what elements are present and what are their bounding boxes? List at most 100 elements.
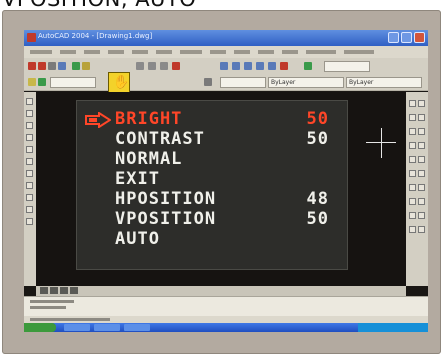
osd-item-exit[interactable]: EXIT [115,169,337,189]
menu-item[interactable] [84,50,100,54]
osd-item-hposition[interactable]: HPOSITION 48 [115,189,337,209]
tool-icon[interactable] [409,226,416,233]
osd-item-label: NORMAL [115,149,183,169]
tab-nav-button[interactable] [40,287,48,294]
standard-select[interactable] [324,61,370,72]
command-history-line [30,300,74,303]
toolbar-button[interactable] [244,62,252,70]
menu-item[interactable] [210,50,226,54]
color-select[interactable] [220,77,266,88]
osd-item-vposition[interactable]: VPOSITION 50 [115,209,337,229]
toolbar-button[interactable] [38,78,46,86]
tab-nav-button[interactable] [60,287,68,294]
linetype-select[interactable]: ByLayer [268,77,344,88]
tool-icon[interactable] [409,100,416,107]
menu-item[interactable] [108,50,124,54]
tab-nav-button[interactable] [50,287,58,294]
osd-item-label: VPOSITION [115,209,217,229]
toolbar-button[interactable] [280,62,288,70]
osd-item-value: 50 [306,209,329,229]
tool-icon[interactable] [418,156,425,163]
tool-icon[interactable] [26,182,33,189]
tool-icon[interactable] [26,134,33,141]
tool-icon[interactable] [409,128,416,135]
taskbar-item[interactable] [94,324,120,331]
tool-icon[interactable] [409,114,416,121]
toolbar-button[interactable] [172,62,180,70]
minimize-icon[interactable] [388,32,399,43]
taskbar-item[interactable] [64,324,90,331]
window-titlebar[interactable]: AutoCAD 2004 - [Drawing1.dwg] [24,30,428,46]
tool-icon[interactable] [409,184,416,191]
tool-icon[interactable] [26,206,33,213]
toolbar-button[interactable] [38,62,46,70]
osd-item-auto[interactable]: AUTO [115,229,337,249]
tool-icon[interactable] [409,156,416,163]
toolbar-button[interactable] [72,62,80,70]
menu-item[interactable] [282,50,298,54]
osd-item-label: BRIGHT [115,109,183,129]
menu-item[interactable] [234,50,250,54]
tab-nav-button[interactable] [70,287,78,294]
toolbar-button[interactable] [82,62,90,70]
line-tool-icon[interactable] [26,98,33,105]
toolbar-button[interactable] [220,62,228,70]
hand-pointer-icon [85,112,111,128]
osd-item-normal[interactable]: NORMAL [115,149,337,169]
toolbar-button[interactable] [48,62,56,70]
tool-icon[interactable] [418,226,425,233]
osd-item-bright[interactable]: BRIGHT 50 [115,109,337,129]
toolbar-button[interactable] [28,62,36,70]
tool-icon[interactable] [418,212,425,219]
menu-item[interactable] [344,50,374,54]
start-button[interactable] [24,323,56,332]
close-icon[interactable] [414,32,425,43]
tool-icon[interactable] [409,142,416,149]
tool-icon[interactable] [418,114,425,121]
toolbar-button[interactable] [204,78,212,86]
tool-icon[interactable] [418,184,425,191]
modify-toolbar [406,92,428,286]
tool-icon[interactable] [26,158,33,165]
tool-icon[interactable] [26,146,33,153]
tool-icon[interactable] [409,212,416,219]
tool-icon[interactable] [26,170,33,177]
menu-item[interactable] [258,50,274,54]
monitor-bezel: AutoCAD 2004 - [Drawing1.dwg] ByLayer By… [2,10,441,354]
toolbar-button[interactable] [304,62,312,70]
tool-icon[interactable] [26,110,33,117]
toolbar-button[interactable] [268,62,276,70]
toolbar-button[interactable] [148,62,156,70]
menu-item[interactable] [180,50,202,54]
menu-item[interactable] [132,50,148,54]
tool-icon[interactable] [409,170,416,177]
taskbar-item[interactable] [124,324,150,331]
tool-icon[interactable] [26,194,33,201]
osd-item-contrast[interactable]: CONTRAST 50 [115,129,337,149]
tool-icon[interactable] [418,198,425,205]
toolbar-button[interactable] [232,62,240,70]
menu-item[interactable] [30,50,52,54]
menu-item[interactable] [306,50,336,54]
tool-icon[interactable] [418,128,425,135]
toolbar-button[interactable] [160,62,168,70]
toolbar-button[interactable] [256,62,264,70]
tool-icon[interactable] [26,218,33,225]
tool-icon[interactable] [418,100,425,107]
tool-icon[interactable] [409,198,416,205]
menu-item[interactable] [156,50,172,54]
osd-item-value: 50 [306,129,329,149]
layer-select[interactable] [50,77,96,88]
maximize-icon[interactable] [401,32,412,43]
menu-item[interactable] [60,50,76,54]
osd-item-label: HPOSITION [115,189,217,209]
toolbar-button[interactable] [28,78,36,86]
toolbar-button[interactable] [58,62,66,70]
toolbar-button[interactable] [136,62,144,70]
tool-icon[interactable] [418,142,425,149]
lineweight-select[interactable]: ByLayer [346,77,422,88]
tool-icon[interactable] [26,122,33,129]
taskbar [24,323,428,332]
command-line[interactable] [24,296,428,317]
tool-icon[interactable] [418,170,425,177]
